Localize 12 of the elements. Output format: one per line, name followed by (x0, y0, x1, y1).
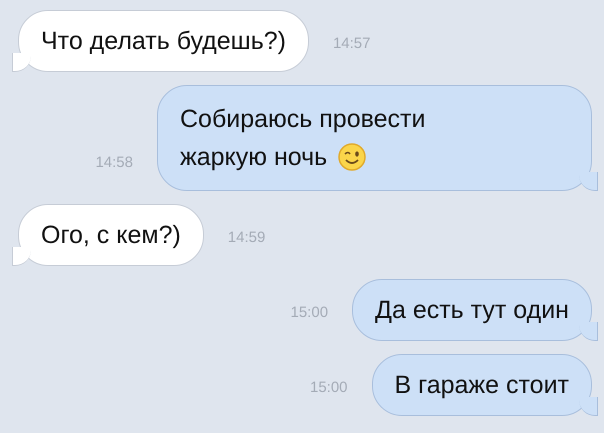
message-time: 14:58 (95, 154, 133, 171)
message-time: 15:00 (290, 304, 328, 321)
message-time: 15:00 (310, 379, 348, 396)
winking-face-icon (337, 142, 368, 172)
message-text: Собираюсь провести (180, 104, 426, 135)
message-time: 14:57 (332, 35, 370, 52)
message-text: Ого, с кем?) (41, 220, 181, 251)
message-text: В гараже стоит (394, 370, 569, 401)
message-text: Да есть тут один (375, 295, 569, 326)
message-text: жаркую ночь (180, 142, 328, 173)
message-time: 14:59 (228, 229, 266, 246)
message-text: Что делать будешь?) (41, 26, 286, 57)
